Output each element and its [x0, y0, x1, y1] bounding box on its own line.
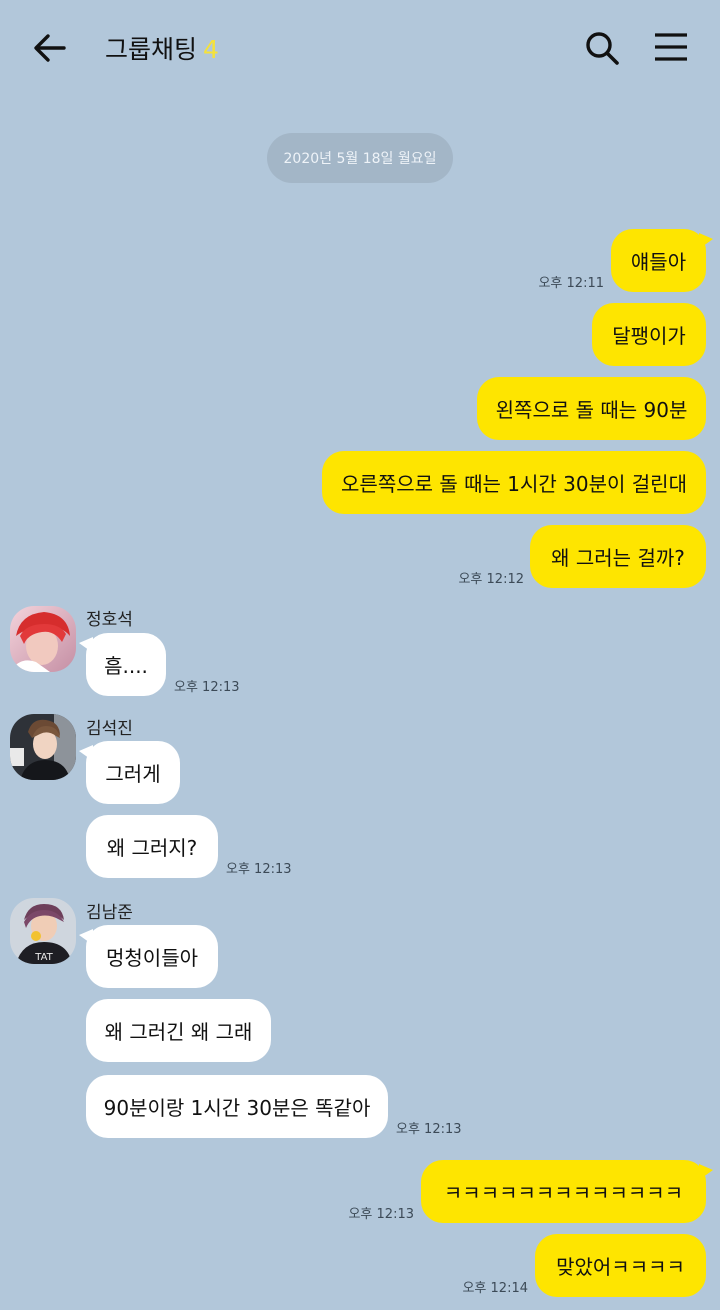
message-time: 오후 12:13	[396, 1122, 462, 1137]
profile-photo-icon	[10, 714, 76, 780]
message-time: 오후 12:13	[226, 862, 292, 877]
my-message[interactable]: 달팽이가	[592, 303, 706, 366]
sender-name: 김남준	[86, 903, 133, 923]
back-button[interactable]	[28, 26, 72, 70]
search-icon	[586, 32, 619, 65]
menu-button[interactable]	[650, 26, 694, 70]
chat-title: 그룹채팅 4	[105, 30, 219, 66]
my-message[interactable]: 왜 그러는 걸까?	[530, 525, 706, 588]
their-message[interactable]: 그러게	[79, 741, 180, 804]
sender-name: 김석진	[86, 719, 133, 739]
avatar[interactable]	[10, 606, 76, 672]
their-message[interactable]: 왜 그러지?	[86, 815, 218, 878]
my-message[interactable]: 맞았어ㅋㅋㅋㅋ	[535, 1234, 706, 1297]
hamburger-menu-icon	[655, 33, 687, 61]
message-time: 오후 12:14	[462, 1281, 528, 1296]
my-message[interactable]: 오른쪽으로 돌 때는 1시간 30분이 걸린대	[322, 451, 706, 514]
avatar[interactable]: TAT	[10, 898, 76, 964]
sender-name: 정호석	[86, 610, 133, 630]
search-button[interactable]	[580, 26, 624, 70]
their-message[interactable]: 90분이랑 1시간 30분은 똑같아	[86, 1075, 388, 1138]
avatar[interactable]	[10, 714, 76, 780]
member-count: 4	[203, 35, 219, 64]
message-time: 오후 12:13	[348, 1207, 414, 1222]
arrow-left-icon	[34, 34, 66, 62]
date-divider: 2020년 5월 18일 월요일	[267, 133, 453, 183]
profile-photo-icon	[10, 606, 76, 672]
profile-photo-icon: TAT	[10, 898, 76, 964]
message-time: 오후 12:11	[538, 276, 604, 291]
my-message[interactable]: 왼쪽으로 돌 때는 90분	[477, 377, 706, 440]
chat-title-text: 그룹채팅	[105, 35, 198, 64]
message-time: 오후 12:12	[458, 572, 524, 587]
chat-header: 그룹채팅 4	[0, 0, 720, 95]
their-message[interactable]: 왜 그러긴 왜 그래	[86, 999, 271, 1062]
svg-text:TAT: TAT	[34, 952, 53, 963]
their-message[interactable]: 멍청이들아	[79, 925, 218, 988]
message-time: 오후 12:13	[174, 680, 240, 695]
my-message[interactable]: ㅋㅋㅋㅋㅋㅋㅋㅋㅋㅋㅋㅋㅋ	[421, 1160, 713, 1223]
their-message[interactable]: 흠....	[79, 633, 166, 696]
my-message[interactable]: 얘들아	[611, 229, 713, 292]
